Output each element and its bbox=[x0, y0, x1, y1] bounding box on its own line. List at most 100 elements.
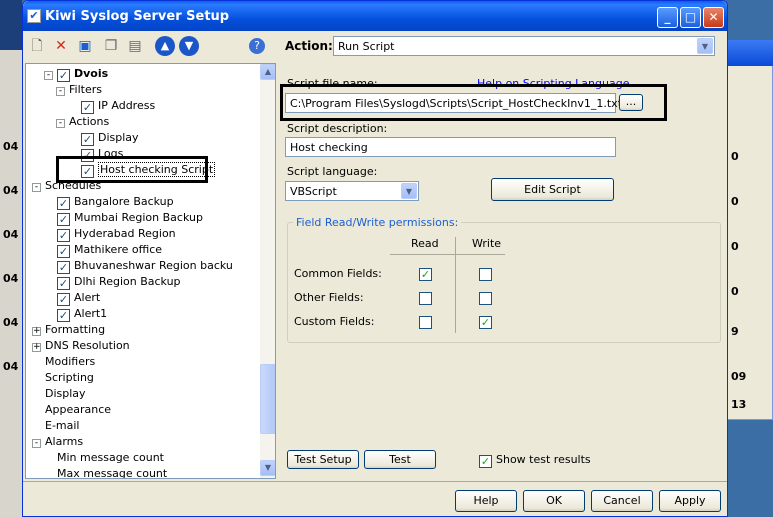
tree-item[interactable]: Scripting bbox=[32, 370, 94, 386]
action-select[interactable]: Run Script ▼ bbox=[333, 36, 715, 56]
test-setup-button[interactable]: Test Setup bbox=[287, 450, 359, 469]
script-language-select[interactable]: VBScript ▼ bbox=[285, 181, 419, 201]
delete-icon[interactable]: ✕ bbox=[51, 36, 71, 56]
tree-item[interactable]: - Filters bbox=[56, 82, 102, 98]
tree-item[interactable]: ✓ Bangalore Backup bbox=[44, 194, 174, 210]
script-description-input[interactable]: Host checking bbox=[285, 137, 616, 157]
tree-item[interactable]: ✓ Bhuvaneshwar Region backu bbox=[44, 258, 233, 274]
maximize-button[interactable]: □ bbox=[680, 7, 701, 28]
expand-icon[interactable]: + bbox=[32, 343, 41, 352]
tree-item[interactable]: ✓ Dlhi Region Backup bbox=[44, 274, 181, 290]
tree-item[interactable]: Modifiers bbox=[32, 354, 95, 370]
collapse-icon[interactable]: - bbox=[32, 183, 41, 192]
tree-item[interactable]: E-mail bbox=[32, 418, 80, 434]
background-row-label: 0 bbox=[731, 150, 739, 163]
show-test-results-option[interactable]: ✓ Show test results bbox=[479, 453, 591, 468]
rename-icon[interactable]: ▣ bbox=[75, 36, 95, 56]
apply-button[interactable]: Apply bbox=[659, 490, 721, 512]
background-row-label: 04 bbox=[3, 140, 19, 153]
background-row-label: 04 bbox=[3, 360, 19, 373]
background-app-left bbox=[0, 0, 22, 517]
footer-separator bbox=[23, 481, 727, 482]
close-button[interactable]: ✕ bbox=[703, 7, 724, 28]
collapse-icon[interactable]: - bbox=[56, 119, 65, 128]
tree-item-label: Modifiers bbox=[45, 355, 96, 368]
tree-item-checkbox[interactable]: ✓ bbox=[57, 293, 70, 306]
tree-item[interactable]: + DNS Resolution bbox=[32, 338, 130, 354]
tree-item[interactable]: - Alarms bbox=[32, 434, 83, 450]
tree-item[interactable]: Display bbox=[32, 386, 86, 402]
tree-item-label: Bangalore Backup bbox=[74, 195, 174, 208]
tree-item-label: Display bbox=[98, 131, 139, 144]
permission-row-label: Custom Fields: bbox=[294, 315, 375, 328]
tree-item-label: Alarms bbox=[45, 435, 84, 448]
copy-icon[interactable]: ❐ bbox=[101, 36, 121, 56]
tree-item-label: DNS Resolution bbox=[45, 339, 130, 352]
help-button[interactable]: Help bbox=[455, 490, 517, 512]
read-permission-checkbox[interactable] bbox=[419, 316, 432, 329]
action-select-value: Run Script bbox=[338, 40, 395, 53]
grid-vline bbox=[455, 237, 456, 333]
tree-item[interactable]: ✓ Alert1 bbox=[44, 306, 107, 322]
collapse-icon[interactable]: - bbox=[44, 71, 53, 80]
new-icon[interactable]: 🗋 bbox=[27, 36, 47, 56]
tree-item[interactable]: ✓ Display bbox=[68, 130, 139, 146]
scroll-down-icon[interactable]: ▼ bbox=[260, 460, 275, 476]
tree-item-checkbox[interactable]: ✓ bbox=[57, 213, 70, 226]
move-down-icon[interactable]: ▼ bbox=[179, 36, 199, 56]
help-icon[interactable]: ? bbox=[249, 38, 265, 54]
minimize-button[interactable]: _ bbox=[657, 7, 678, 28]
write-permission-checkbox[interactable] bbox=[479, 292, 492, 305]
write-permission-checkbox[interactable] bbox=[479, 268, 492, 281]
read-permission-checkbox[interactable]: ✓ bbox=[419, 268, 432, 281]
tree-item[interactable]: - Actions bbox=[56, 114, 109, 130]
tree-item-checkbox[interactable]: ✓ bbox=[81, 133, 94, 146]
tree-item-checkbox[interactable]: ✓ bbox=[81, 101, 94, 114]
tree-item[interactable]: + Formatting bbox=[32, 322, 105, 338]
tree-item-checkbox[interactable]: ✓ bbox=[57, 277, 70, 290]
show-test-results-checkbox[interactable]: ✓ bbox=[479, 455, 492, 468]
tree-item[interactable]: Appearance bbox=[32, 402, 111, 418]
tree-item-checkbox[interactable]: ✓ bbox=[57, 229, 70, 242]
setup-window: ✔ Kiwi Syslog Server Setup _ □ ✕ 🗋 ✕ ▣ ❐… bbox=[22, 0, 728, 517]
expand-icon[interactable]: + bbox=[32, 327, 41, 336]
edit-script-button[interactable]: Edit Script bbox=[491, 178, 614, 201]
chevron-down-icon[interactable]: ▼ bbox=[401, 183, 417, 199]
tree-scrollbar[interactable]: ▲ ▼ bbox=[260, 64, 275, 478]
collapse-icon[interactable]: - bbox=[56, 87, 65, 96]
tree-item[interactable]: ✓ Hyderabad Region bbox=[44, 226, 176, 242]
tree-item[interactable]: Max message count bbox=[44, 466, 167, 478]
title-bar[interactable]: ✔ Kiwi Syslog Server Setup _ □ ✕ bbox=[23, 1, 727, 31]
tree-item[interactable]: ✓ Mumbai Region Backup bbox=[44, 210, 203, 226]
tree-item-checkbox[interactable]: ✓ bbox=[57, 245, 70, 258]
tree-item[interactable]: Min message count bbox=[44, 450, 164, 466]
tree-item-checkbox[interactable]: ✓ bbox=[57, 309, 70, 322]
test-button[interactable]: Test bbox=[364, 450, 436, 469]
grid-hline bbox=[390, 254, 505, 255]
tree-item-checkbox[interactable]: ✓ bbox=[57, 69, 70, 82]
tree-item[interactable]: ✓ IP Address bbox=[68, 98, 155, 114]
ok-button[interactable]: OK bbox=[523, 490, 585, 512]
tree-item-checkbox[interactable]: ✓ bbox=[57, 261, 70, 274]
tree-item[interactable]: - ✓ Dvois bbox=[44, 66, 108, 82]
scroll-up-icon[interactable]: ▲ bbox=[260, 64, 275, 80]
scroll-thumb[interactable] bbox=[260, 364, 275, 434]
collapse-icon[interactable]: - bbox=[32, 439, 41, 448]
rules-tree[interactable]: - ✓ Dvois - Filters ✓ IP Address - Actions ✓ Displ… bbox=[25, 63, 276, 479]
read-permission-checkbox[interactable] bbox=[419, 292, 432, 305]
cancel-button[interactable]: Cancel bbox=[591, 490, 653, 512]
move-up-icon[interactable]: ▲ bbox=[155, 36, 175, 56]
tree-item-label: Alert1 bbox=[74, 307, 108, 320]
tree-item-label: Mathikere office bbox=[74, 243, 163, 256]
window-title: Kiwi Syslog Server Setup bbox=[45, 9, 230, 24]
background-row-label: 0 bbox=[731, 240, 739, 253]
chevron-down-icon[interactable]: ▼ bbox=[697, 38, 713, 54]
paste-icon[interactable]: ▤ bbox=[125, 36, 145, 56]
background-app-right bbox=[726, 40, 773, 420]
permission-row-label: Common Fields: bbox=[294, 267, 382, 280]
tree-item-checkbox[interactable]: ✓ bbox=[57, 197, 70, 210]
tree-item[interactable]: ✓ Mathikere office bbox=[44, 242, 162, 258]
tree-item[interactable]: ✓ Alert bbox=[44, 290, 100, 306]
script-description-label: Script description: bbox=[287, 122, 388, 135]
write-permission-checkbox[interactable]: ✓ bbox=[479, 316, 492, 329]
